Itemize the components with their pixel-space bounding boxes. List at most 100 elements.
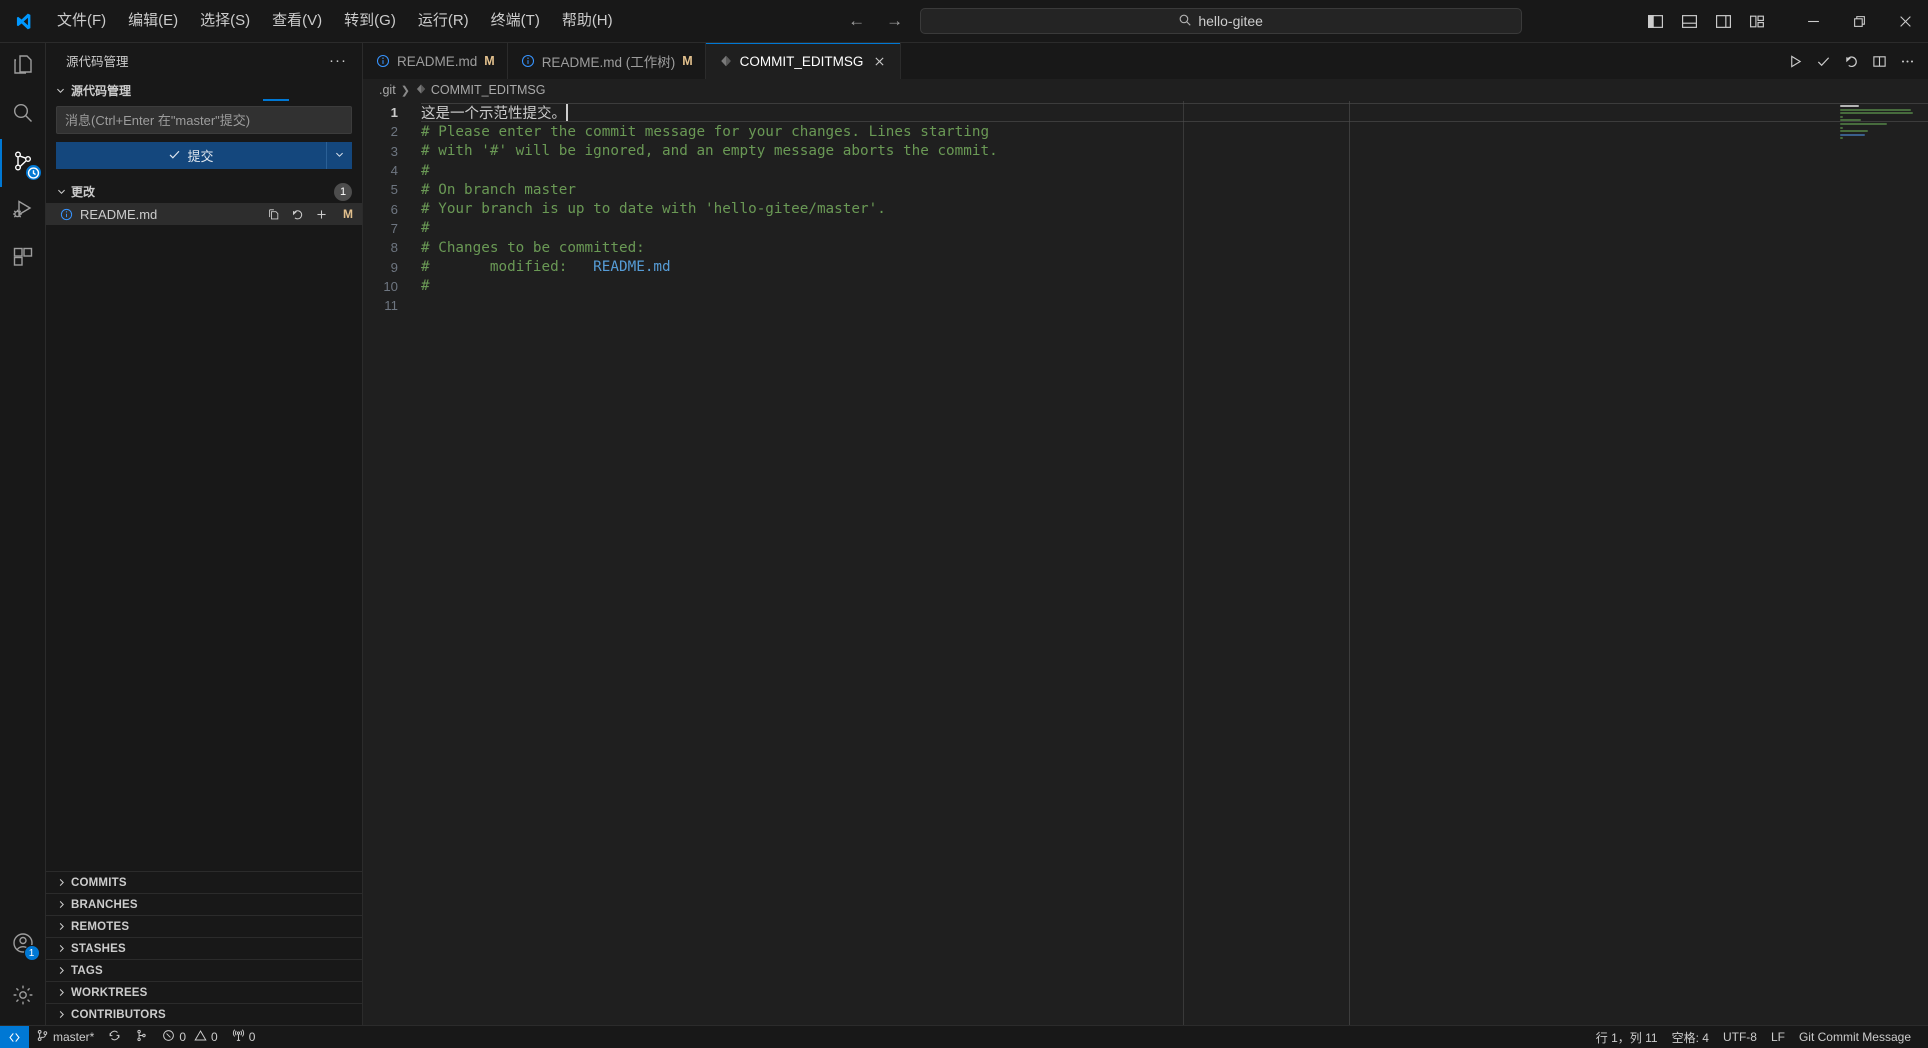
minimap-line	[1840, 137, 1843, 140]
menu-view[interactable]: 查看(V)	[261, 8, 333, 34]
changes-section-label: 更改	[71, 185, 96, 199]
commit-button-label: 提交	[187, 149, 214, 164]
toggle-panel-icon[interactable]	[1674, 7, 1704, 35]
menu-help[interactable]: 帮助(H)	[551, 8, 624, 34]
play-icon[interactable]	[1782, 48, 1808, 74]
split-editor-icon[interactable]	[1866, 48, 1892, 74]
code-line[interactable]: 11	[363, 296, 1928, 315]
command-center[interactable]: hello-gitee	[919, 8, 1522, 34]
section-commits[interactable]: COMMITS	[46, 871, 362, 893]
breadcrumb-item-commit-editmsg[interactable]: COMMIT_EDITMSG	[415, 83, 546, 98]
info-icon	[521, 54, 535, 68]
toggle-primary-sidebar-icon[interactable]	[1640, 7, 1670, 35]
commit-button[interactable]: 提交	[56, 142, 326, 169]
status-remote-indicator[interactable]	[0, 1025, 29, 1048]
section-worktrees[interactable]: WORKTREES	[46, 981, 362, 1003]
activity-item-accounts[interactable]: 1	[0, 921, 46, 969]
commit-dropdown-button[interactable]	[326, 142, 352, 169]
minimap-line	[1840, 108, 1912, 111]
tab-close-icon[interactable]	[870, 52, 888, 70]
activity-item-explorer[interactable]	[0, 43, 46, 91]
code-line[interactable]: 1 这是一个示范性提交。	[363, 103, 1928, 122]
tab-readme-md-working-tree[interactable]: README.md (工作树) M	[507, 43, 706, 79]
breadcrumb-item-git[interactable]: .git	[379, 83, 396, 97]
activity-item-search[interactable]	[0, 91, 46, 139]
close-icon[interactable]	[1882, 0, 1928, 43]
section-remotes[interactable]: REMOTES	[46, 915, 362, 937]
status-cursor-position[interactable]: 行 1，列 11	[1589, 1026, 1665, 1048]
menu-selection[interactable]: 选择(S)	[189, 8, 261, 34]
section-stashes[interactable]: STASHES	[46, 937, 362, 959]
changes-section-header[interactable]: 更改 1	[46, 180, 362, 203]
breadcrumb: .git ❯ COMMIT_EDITMSG	[363, 79, 1928, 101]
tab-commit-editmsg[interactable]: COMMIT_EDITMSG	[705, 43, 902, 79]
source-control-section: 源代码管理 提交	[46, 78, 362, 225]
code-lines: 1 这是一个示范性提交。 2 # Please enter the commit…	[363, 101, 1928, 315]
diamond-icon	[415, 83, 427, 98]
minimize-icon[interactable]	[1790, 0, 1836, 43]
title-bar-right	[1640, 0, 1928, 42]
status-sync-changes[interactable]	[101, 1026, 128, 1048]
status-encoding[interactable]: UTF-8	[1716, 1026, 1764, 1048]
section-tags[interactable]: TAGS	[46, 959, 362, 981]
activity-item-run-and-debug[interactable]	[0, 187, 46, 235]
activity-item-source-control[interactable]	[0, 139, 46, 187]
status-eol[interactable]: LF	[1764, 1026, 1792, 1048]
section-contributors-label: CONTRIBUTORS	[71, 1008, 166, 1021]
status-error-count: 0	[179, 1030, 187, 1044]
commit-message-input[interactable]	[56, 106, 352, 134]
code-line[interactable]: 6 # Your branch is up to date with 'hell…	[363, 199, 1928, 218]
status-branch[interactable]: master*	[29, 1026, 101, 1048]
chevron-right-icon	[53, 985, 69, 1001]
status-ports[interactable]: 0	[225, 1026, 263, 1048]
code-line[interactable]: 2 # Please enter the commit message for …	[363, 122, 1928, 141]
code-line[interactable]: 5 # On branch master	[363, 180, 1928, 199]
sidebar-more-actions-icon[interactable]: ···	[323, 52, 353, 69]
status-language-mode[interactable]: Git Commit Message	[1792, 1026, 1918, 1048]
check-icon[interactable]	[1810, 48, 1836, 74]
code-line[interactable]: 7 #	[363, 219, 1928, 238]
status-indentation[interactable]: 空格: 4	[1665, 1026, 1716, 1048]
restore-icon[interactable]	[1836, 0, 1882, 43]
section-branches[interactable]: BRANCHES	[46, 893, 362, 915]
menu-go[interactable]: 转到(G)	[333, 8, 407, 34]
go-back-icon[interactable]: ←	[846, 11, 868, 31]
change-file-name: README.md	[80, 206, 158, 222]
status-checkout-branch[interactable]	[128, 1026, 155, 1048]
search-icon	[11, 101, 35, 130]
status-problems[interactable]: 0 0	[155, 1026, 224, 1048]
sync-icon	[108, 1029, 121, 1045]
activity-item-extensions[interactable]	[0, 235, 46, 283]
code-line[interactable]: 10 #	[363, 277, 1928, 296]
breadcrumb-separator-icon: ❯	[400, 84, 410, 97]
chevron-right-icon	[53, 1007, 69, 1023]
code-line[interactable]: 3 # with '#' will be ignored, and an emp…	[363, 142, 1928, 161]
tab-modified-badge: M	[484, 54, 495, 68]
radio-tower-icon	[232, 1029, 245, 1045]
scm-section-header[interactable]: 源代码管理	[46, 78, 362, 102]
menu-edit[interactable]: 编辑(E)	[117, 8, 189, 34]
code-line[interactable]: 4 #	[363, 161, 1928, 180]
toggle-secondary-sidebar-icon[interactable]	[1708, 7, 1738, 35]
go-forward-icon[interactable]: →	[884, 11, 906, 31]
line-number: 9	[390, 259, 398, 275]
activity-item-settings[interactable]	[0, 969, 46, 1025]
change-list-item-readme[interactable]: README.md M	[46, 203, 362, 225]
customize-layout-icon[interactable]	[1742, 7, 1772, 35]
discard-icon[interactable]	[290, 207, 305, 222]
menu-file[interactable]: 文件(F)	[46, 8, 117, 34]
tab-readme-md[interactable]: README.md M	[363, 43, 508, 79]
menu-terminal[interactable]: 终端(T)	[480, 8, 551, 34]
menu-run[interactable]: 运行(R)	[407, 8, 480, 34]
plus-icon[interactable]	[314, 207, 329, 222]
code-editor[interactable]: 1 这是一个示范性提交。 2 # Please enter the commit…	[363, 101, 1928, 1025]
minimap[interactable]	[1840, 105, 1914, 141]
code-line[interactable]: 8 # Changes to be committed:	[363, 238, 1928, 257]
code-line[interactable]: 9 # modified: README.md	[363, 257, 1928, 276]
section-contributors[interactable]: CONTRIBUTORS	[46, 1003, 362, 1025]
open-file-icon[interactable]	[266, 207, 281, 222]
undo-icon[interactable]	[1838, 48, 1864, 74]
scm-collapsed-sections: COMMITS BRANCHES REMOTES STASHES TAGS WO…	[46, 871, 362, 1025]
line-text: # On branch master	[421, 181, 576, 198]
ellipsis-icon[interactable]	[1894, 48, 1920, 74]
